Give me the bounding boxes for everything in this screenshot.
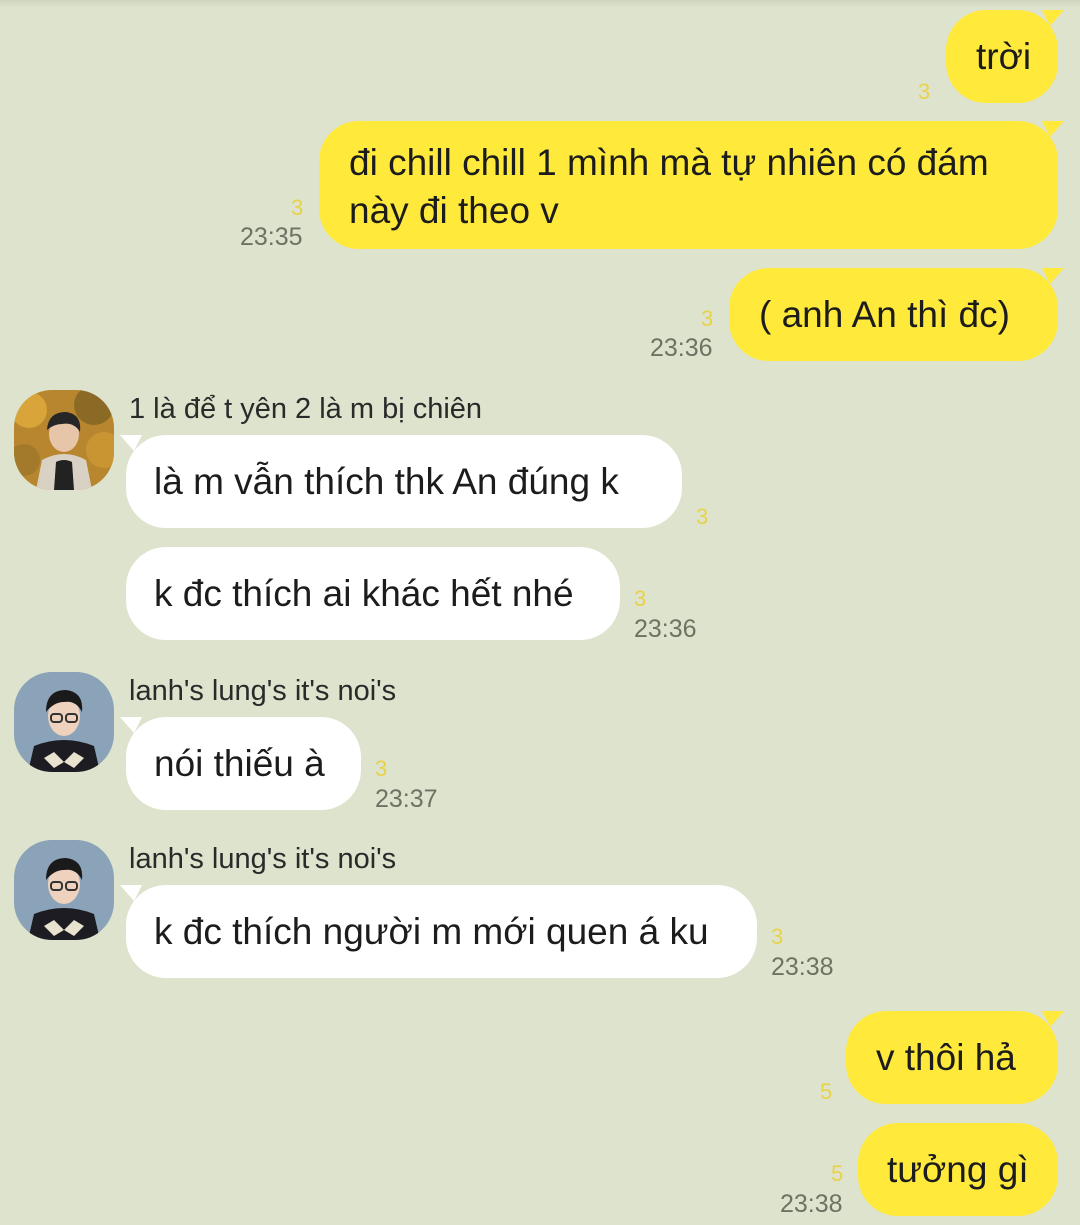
sender-name: lanh's lung's it's noi's	[129, 675, 397, 707]
my-message-bubble[interactable]: đi chill chill 1 mình mà tự nhiên có đám…	[319, 121, 1064, 249]
unread-count: 5	[820, 1079, 833, 1104]
sender-avatar[interactable]	[14, 840, 114, 940]
unread-count: 3	[771, 924, 784, 949]
my-message-bubble[interactable]: trời	[946, 10, 1064, 103]
message-text-line: đi chill chill 1 mình mà tự nhiên có đám	[349, 142, 989, 183]
bubble-tail-icon	[1042, 10, 1064, 26]
my-message-bubble[interactable]: ( anh An thì đc)	[729, 268, 1064, 361]
unread-count: 3	[291, 195, 304, 220]
message-text: v thôi hả	[876, 1037, 1016, 1078]
my-message-bubble[interactable]: tưởng gì	[858, 1123, 1058, 1216]
sender-name: lanh's lung's it's noi's	[129, 843, 397, 875]
message-timestamp: 23:37	[375, 785, 438, 813]
unread-count: 5	[831, 1161, 844, 1186]
message-text: là m vẫn thích thk An đúng k	[154, 461, 619, 502]
glasses-portrait-icon	[14, 840, 114, 940]
message-text: k đc thích người m mới quen á ku	[154, 911, 709, 952]
message-timestamp: 23:38	[771, 953, 834, 981]
sender-avatar[interactable]	[14, 672, 114, 772]
autumn-portrait-icon	[14, 390, 114, 490]
message-text: k đc thích ai khác hết nhé	[154, 573, 574, 614]
my-message-bubble[interactable]: v thôi hả	[846, 1011, 1064, 1104]
message-text: tưởng gì	[887, 1149, 1029, 1190]
bubble-tail-icon	[120, 435, 142, 451]
message-text: ( anh An thì đc)	[759, 294, 1010, 335]
bubble-tail-icon	[1042, 121, 1064, 137]
message-timestamp: 23:35	[240, 223, 303, 251]
unread-count: 3	[375, 756, 388, 781]
unread-count: 3	[696, 504, 709, 529]
message-timestamp: 23:36	[650, 334, 713, 362]
chat-view[interactable]: trời 3 đi chill chill 1 mình mà tự nhiên…	[0, 0, 1080, 1225]
bubble-tail-icon	[120, 717, 142, 733]
unread-count: 3	[634, 586, 647, 611]
message-text-line: này đi theo v	[349, 190, 559, 231]
their-message-bubble[interactable]: nói thiếu à	[120, 717, 361, 810]
their-message-bubble[interactable]: k đc thích người m mới quen á ku	[120, 885, 757, 978]
top-edge-shadow	[0, 0, 1080, 8]
message-text: nói thiếu à	[154, 743, 325, 784]
message-timestamp: 23:36	[634, 615, 697, 643]
message-text: trời	[976, 36, 1032, 77]
sender-avatar[interactable]	[14, 390, 114, 490]
their-message-bubble[interactable]: k đc thích ai khác hết nhé	[126, 547, 620, 640]
unread-count: 3	[701, 306, 714, 331]
message-timestamp: 23:38	[780, 1190, 843, 1218]
sender-name: 1 là để t yên 2 là m bị chiên	[129, 393, 483, 425]
bubble-tail-icon	[120, 885, 142, 901]
their-message-bubble[interactable]: là m vẫn thích thk An đúng k	[120, 435, 682, 528]
glasses-portrait-icon	[14, 672, 114, 772]
bubble-tail-icon	[1042, 268, 1064, 284]
bubble-tail-icon	[1042, 1011, 1064, 1027]
unread-count: 3	[918, 79, 931, 104]
